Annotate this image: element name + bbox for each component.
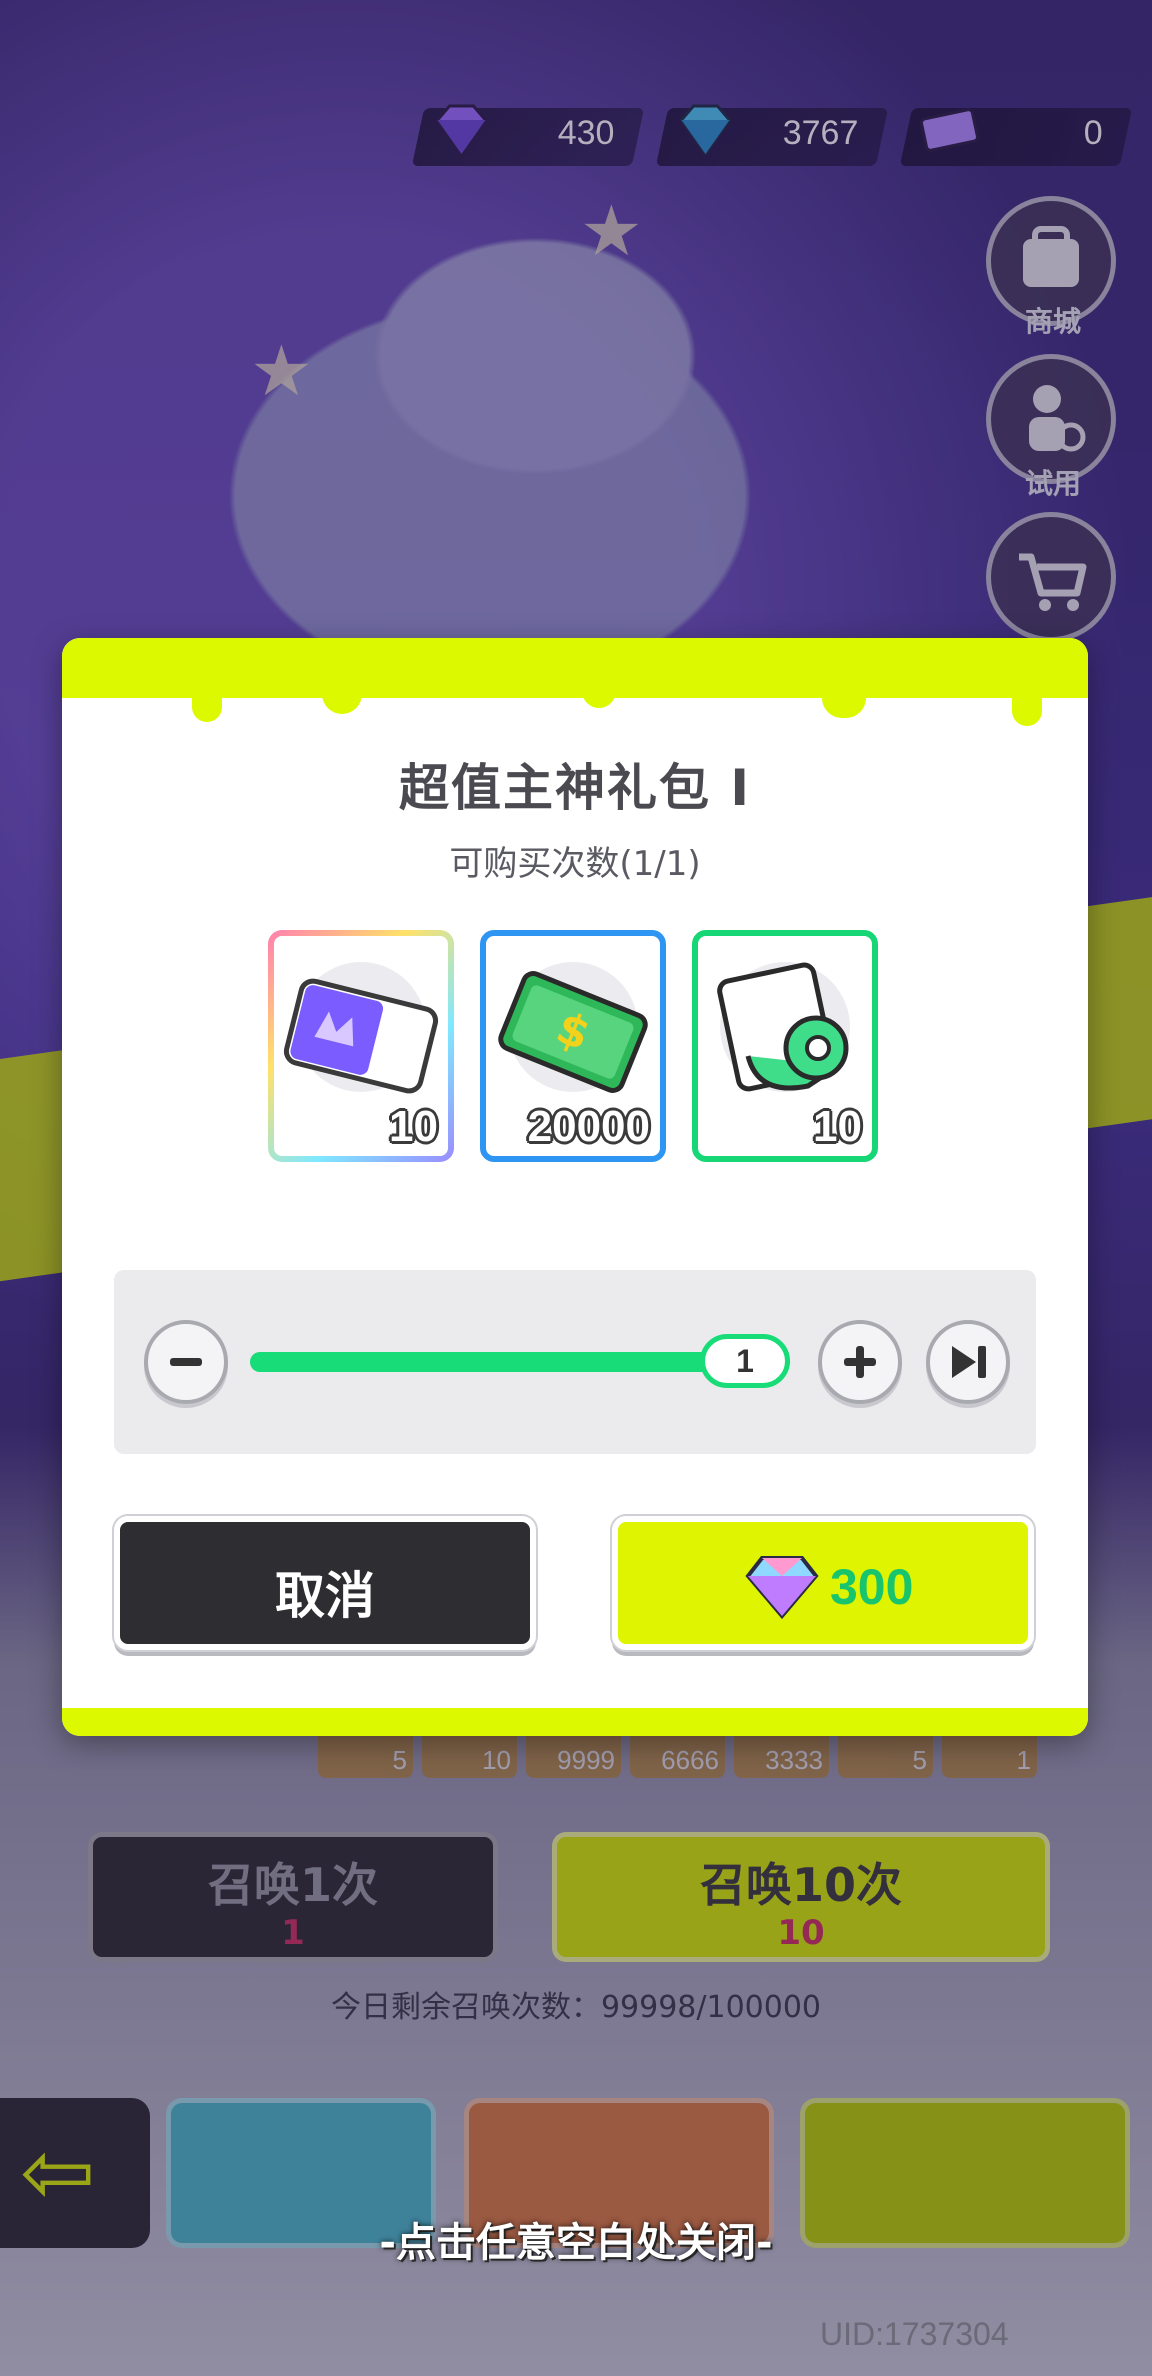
drip-decoration (1012, 678, 1042, 726)
buy-price: 300 (830, 1559, 914, 1615)
cancel-button[interactable]: 取消 (114, 1516, 536, 1650)
item-green-scroll[interactable]: 10 (692, 930, 878, 1162)
item-count: 10 (389, 1102, 438, 1151)
diamond-currency-icon (745, 1556, 819, 1620)
skip-to-max-icon (952, 1346, 986, 1378)
drip-decoration (582, 678, 616, 708)
decrease-button[interactable] (144, 1320, 228, 1404)
plus-icon (844, 1346, 876, 1378)
quantity-slider-thumb[interactable]: 1 (700, 1334, 790, 1388)
gift-pack-dialog: 超值主神礼包 I 可购买次数(1/1) 10 $ 20000 10 1 取消 3… (62, 638, 1088, 1736)
increase-button[interactable] (818, 1320, 902, 1404)
minus-icon (170, 1358, 202, 1366)
drip-decoration (192, 678, 222, 722)
item-summon-ticket[interactable]: 10 (268, 930, 454, 1162)
close-hint: -点击任意空白处关闭- (379, 2220, 773, 2266)
item-cash[interactable]: $ 20000 (480, 930, 666, 1162)
item-count: 20000 (527, 1102, 650, 1151)
dialog-title: 超值主神礼包 I (398, 759, 751, 817)
purchase-limit-text: 可购买次数(1/1) (449, 844, 701, 884)
max-button[interactable] (926, 1320, 1010, 1404)
drip-decoration (822, 678, 866, 718)
cancel-label: 取消 (275, 1567, 375, 1625)
quantity-selector: 1 (114, 1270, 1036, 1454)
dialog-footer-strip (62, 1708, 1088, 1736)
item-count: 10 (813, 1102, 862, 1151)
user-id: UID:1737304 (820, 2316, 1009, 2352)
drip-decoration (322, 678, 362, 714)
buy-button[interactable]: 300 (612, 1516, 1034, 1650)
